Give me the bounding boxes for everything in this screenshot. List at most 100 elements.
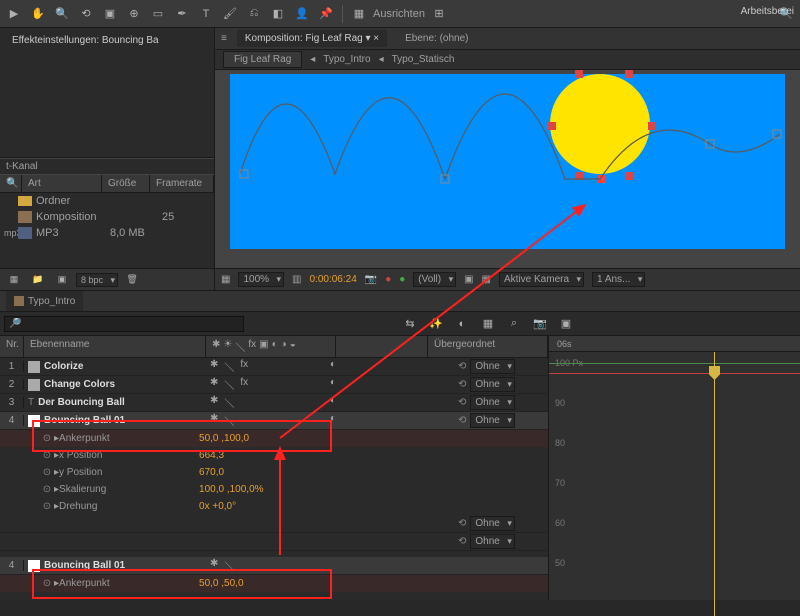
property-row[interactable]: ⊙▸ Ankerpunkt50,0 ,100,0	[0, 430, 548, 447]
channel-icon[interactable]: ●	[399, 274, 405, 285]
grid-icon[interactable]: ▦	[349, 4, 369, 24]
layer-row[interactable]: 1 Colorize ✱＼fx◐ ⟲Ohne	[0, 358, 548, 376]
stopwatch-icon[interactable]: ⊙	[40, 450, 54, 461]
tl-icon[interactable]: ▣	[556, 314, 576, 334]
puppet-tool-icon[interactable]: 📌	[316, 4, 336, 24]
bit-depth-dropdown[interactable]: 8 bpc	[76, 273, 118, 287]
effects-panel-tab[interactable]: Effekteinstellungen: Bouncing Ba	[4, 32, 210, 49]
main-toolbar: ▶ ✋ 🔍 ⟲ ▣ ⊕ ▭ ✒ T 🖌 ⎌ ◧ 👤 📌 ▦ Ausrichten…	[0, 0, 800, 28]
timecode[interactable]: 0:00:06:24	[309, 274, 356, 285]
tl-icon[interactable]: 📷	[530, 314, 550, 334]
property-row[interactable]: ⊙▸ x Position664,3	[0, 447, 548, 464]
zoom-tool-icon[interactable]: 🔍	[52, 4, 72, 24]
tl-icon[interactable]: ▦	[478, 314, 498, 334]
brush-tool-icon[interactable]: 🖌	[220, 4, 240, 24]
col-name: Ebenenname	[24, 336, 206, 357]
pen-tool-icon[interactable]: ✒	[172, 4, 192, 24]
col-parent: Übergeordnet	[428, 336, 548, 357]
shape-tool-icon[interactable]: ▭	[148, 4, 168, 24]
tl-icon[interactable]: ⇆	[400, 314, 420, 334]
views-dropdown[interactable]: 1 Ans...	[592, 272, 645, 287]
eraser-tool-icon[interactable]: ◧	[268, 4, 288, 24]
layer-row[interactable]: ⟲Ohne	[0, 515, 548, 533]
col-switches: ✱☀＼fx▣◐◑◒	[206, 336, 336, 357]
roto-tool-icon[interactable]: 👤	[292, 4, 312, 24]
property-value[interactable]: 100,0 ,100,0%	[199, 484, 264, 495]
breadcrumb-item[interactable]: Typo_Statisch	[392, 54, 455, 65]
trash-icon[interactable]: 🗑	[122, 270, 142, 290]
channel-icon[interactable]: ●	[385, 274, 391, 285]
layer-row[interactable]: 4Bouncing Ball 01✱＼	[0, 557, 548, 575]
grid-label: 70	[555, 478, 565, 488]
composition-icon	[18, 211, 32, 223]
resolution-dropdown[interactable]: (Voll)	[413, 272, 456, 287]
property-value[interactable]: 664,3	[199, 450, 224, 461]
workspace-label[interactable]: Arbeitsberei	[741, 6, 794, 17]
grid-toggle-icon[interactable]: ▦	[221, 274, 230, 285]
breadcrumb-item[interactable]: Fig Leaf Rag	[223, 51, 302, 68]
tl-icon[interactable]: ◐	[452, 314, 472, 334]
property-value[interactable]: 670,0	[199, 467, 224, 478]
grid-label: 80	[555, 438, 565, 448]
zoom-dropdown[interactable]: 100%	[238, 272, 284, 287]
project-header: 🔍 Art Größe Framerate	[0, 174, 214, 193]
project-row-mp3[interactable]: mp3 MP3 8,0 MB	[0, 225, 214, 241]
folder-icon	[18, 196, 32, 206]
layer-panel-tab[interactable]: Ebene: (ohne)	[397, 30, 476, 47]
stopwatch-icon[interactable]: ⊙	[40, 433, 54, 444]
selection-tool-icon[interactable]: ▶	[4, 4, 24, 24]
camera-tool-icon[interactable]: ▣	[100, 4, 120, 24]
parent-dropdown[interactable]: Ohne	[470, 413, 514, 428]
stopwatch-icon[interactable]: ⊙	[40, 501, 54, 512]
breadcrumb: Fig Leaf Rag◂ Typo_Intro◂ Typo_Statisch	[215, 50, 800, 70]
viewport-footer: ▦ 100% ▥ 0:00:06:24 📷 ● ● (Voll) ▣ ▦ Akt…	[215, 268, 800, 290]
project-row-comp[interactable]: Komposition 25	[0, 209, 214, 225]
layer-row[interactable]: 3 TDer Bouncing Ball ✱＼◐ ⟲Ohne	[0, 394, 548, 412]
grid-label: 60	[555, 518, 565, 528]
comp-menu-icon[interactable]: ≡	[221, 33, 227, 44]
stopwatch-icon[interactable]: ⊙	[40, 484, 54, 495]
layer-row[interactable]: ⟲Ohne	[0, 533, 548, 551]
timeline-ruler[interactable]: 06s	[549, 336, 800, 352]
tl-icon[interactable]: ⌕	[504, 314, 524, 334]
snap-icon[interactable]: ⊞	[429, 4, 449, 24]
playhead[interactable]	[714, 352, 715, 616]
new-comp-icon[interactable]: ▣	[52, 270, 72, 290]
grid-label: 90	[555, 398, 565, 408]
parent-dropdown[interactable]: Ohne	[470, 377, 514, 392]
new-folder-icon[interactable]: 📁	[28, 270, 48, 290]
layer-row[interactable]: 4 Bouncing Ball 01 ✱＼◐ ⟲Ohne	[0, 412, 548, 430]
timeline-search-input[interactable]	[4, 316, 244, 332]
roi-icon[interactable]: ▣	[464, 274, 473, 285]
composition-viewport[interactable]: ➤	[215, 70, 800, 268]
property-row[interactable]: ⊙▸ Skalierung100,0 ,100,0%	[0, 481, 548, 498]
audio-icon	[18, 227, 32, 239]
transparency-icon[interactable]: ▦	[482, 274, 491, 285]
stamp-tool-icon[interactable]: ⎌	[244, 4, 264, 24]
parent-dropdown[interactable]: Ohne	[470, 395, 514, 410]
breadcrumb-item[interactable]: Typo_Intro	[323, 54, 370, 65]
tl-icon[interactable]: ✨	[426, 314, 446, 334]
parent-dropdown[interactable]: Ohne	[470, 359, 514, 374]
property-value[interactable]: 0x +0,0°	[199, 501, 236, 512]
anchor-tool-icon[interactable]: ⊕	[124, 4, 144, 24]
project-row-folder[interactable]: Ordner	[0, 193, 214, 209]
camera-dropdown[interactable]: Aktive Kamera	[499, 272, 584, 287]
property-row[interactable]: ⊙▸ Ankerpunkt50,0 ,50,0	[0, 575, 548, 592]
kanal-label: t-Kanal	[0, 158, 214, 174]
grid-label: 50	[555, 558, 565, 568]
hand-tool-icon[interactable]: ✋	[28, 4, 48, 24]
property-value[interactable]: 50,0 ,100,0	[199, 433, 249, 444]
comp-panel-tab[interactable]: Komposition: Fig Leaf Rag ▾ ×	[237, 30, 387, 47]
layer-row[interactable]: 2 Change Colors ✱＼fx◐ ⟲Ohne	[0, 376, 548, 394]
interpret-icon[interactable]: ▦	[4, 270, 24, 290]
text-tool-icon[interactable]: T	[196, 4, 216, 24]
property-row[interactable]: ⊙▸ Drehung0x +0,0°	[0, 498, 548, 515]
rotate-tool-icon[interactable]: ⟲	[76, 4, 96, 24]
col-nr: Nr.	[0, 336, 24, 357]
stopwatch-icon[interactable]: ⊙	[40, 467, 54, 478]
timeline-tab[interactable]: Typo_Intro	[6, 291, 83, 311]
layout-icon[interactable]: ▥	[292, 274, 301, 285]
snapshot-icon[interactable]: 📷	[365, 274, 377, 285]
property-row[interactable]: ⊙▸ y Position670,0	[0, 464, 548, 481]
